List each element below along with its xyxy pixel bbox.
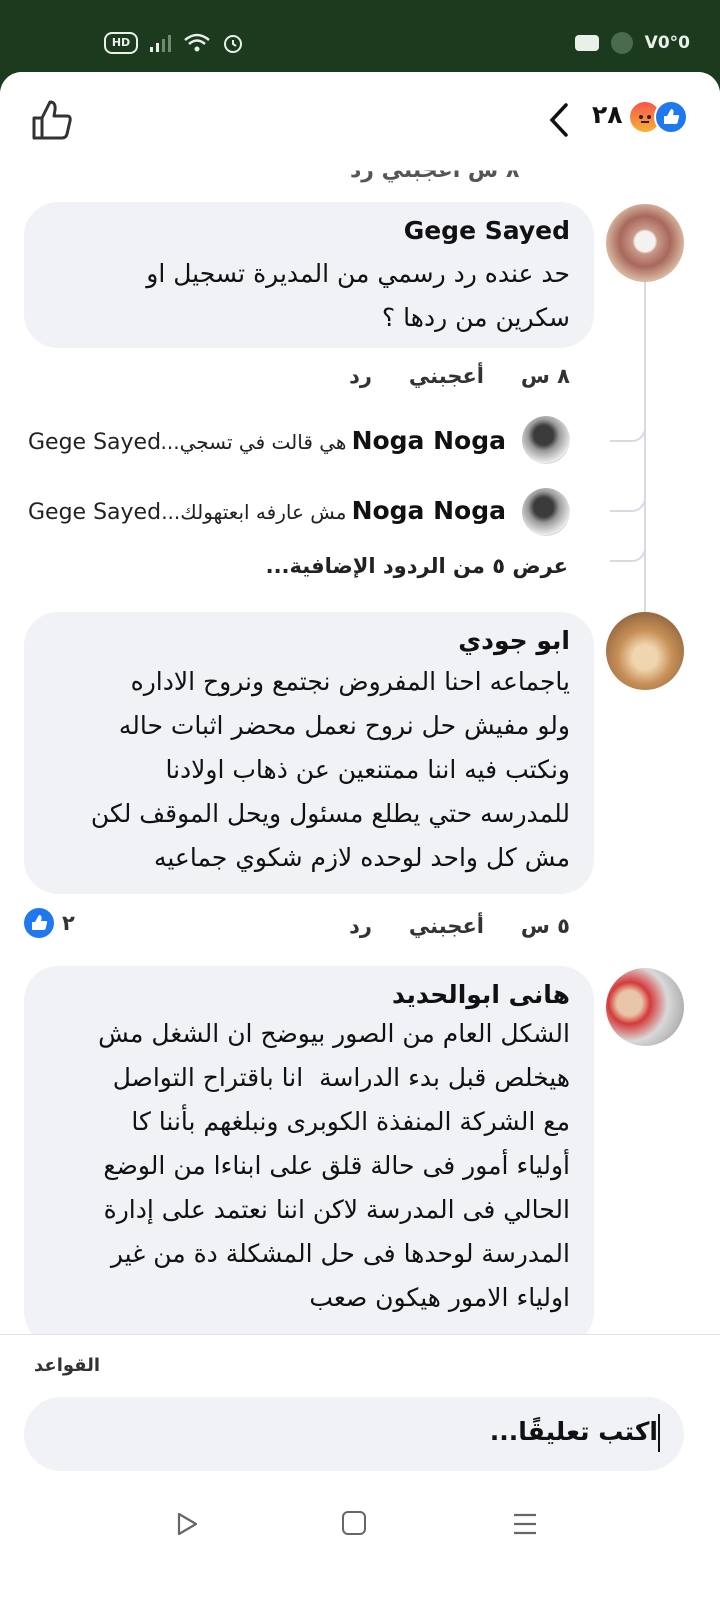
comment-author[interactable]: هانى ابوالحديد xyxy=(392,980,570,1009)
avatar[interactable] xyxy=(606,968,684,1046)
reply-text: مش عارفه ابعتهولك... xyxy=(161,500,347,524)
comment-input-placeholder: اكتب تعليقًا... xyxy=(489,1417,658,1446)
avatar[interactable] xyxy=(522,488,570,536)
comment-body-line: مش كل واحد لوحده لازم شكوي جماعيه xyxy=(153,843,570,872)
nav-home-icon[interactable] xyxy=(342,1511,366,1535)
comment-body-line: للمدرسه حتي يطلع مسئول ويحل الموقف لكن xyxy=(90,799,570,828)
comment-author[interactable]: Gege Sayed xyxy=(404,216,570,245)
reply-text: هي قالت في تسجي... xyxy=(160,430,347,454)
reply-link[interactable]: رد xyxy=(349,914,372,938)
view-more-replies-link[interactable]: عرض ٥ من الردود الإضافية... xyxy=(266,554,568,578)
like-count: ٢ xyxy=(62,911,75,935)
status-bar-left: HD xyxy=(104,32,244,54)
avatar[interactable] xyxy=(606,612,684,690)
status-bar-right: V0°0 xyxy=(574,32,690,54)
status-bar: HD V0°0 xyxy=(0,0,720,72)
battery-readout: V0°0 xyxy=(644,33,690,53)
comment-author[interactable]: ابو جودي xyxy=(458,626,570,655)
comment-body-line: حد عنده رد رسمي من المديرة تسجيل او xyxy=(146,259,570,288)
reply-mention[interactable]: Gege Sayed xyxy=(28,430,161,455)
comment-body-line: الحالي فى المدرسة لاكن اننا نعتمد على إد… xyxy=(103,1195,570,1224)
comment-body-line: مع الشركة المنفذة الكوبرى ونبلغهم بأننا … xyxy=(131,1107,570,1136)
comment-time: ٨ س xyxy=(520,364,570,388)
comment-bubble[interactable]: Gege Sayed حد عنده رد رسمي من المديرة تس… xyxy=(24,202,594,348)
like-reaction-icon xyxy=(24,908,54,938)
reply-item[interactable]: Noga Noga هي قالت في تسجي... xyxy=(161,426,507,455)
nav-recents-icon[interactable] xyxy=(512,1511,538,1537)
thread-connector xyxy=(610,490,646,512)
comment-body-line: هيخلص قبل بدء الدراسة انا باقتراح التواص… xyxy=(112,1063,570,1092)
comment-body-line: المدرسة لوحدها فى حل المشكلة دة من غير xyxy=(110,1239,570,1268)
thread-line xyxy=(644,282,646,634)
comment-composer: القواعد اكتب تعليقًا... xyxy=(0,1334,720,1600)
comments-sheet: ٢٨ ٨ س أعجبني رد Gege Sayed حد عنده رد ر… xyxy=(0,72,720,1600)
like-link[interactable]: أعجبني xyxy=(409,364,484,388)
comment-body-line: اولياء الامور هيكون صعب xyxy=(309,1283,570,1312)
alarm-icon xyxy=(224,35,242,53)
reply-author[interactable]: Noga Noga xyxy=(352,496,506,525)
sheet-header: ٢٨ xyxy=(0,72,720,168)
avatar[interactable] xyxy=(522,416,570,464)
network-type-icon: HD xyxy=(104,32,138,54)
thread-connector xyxy=(610,420,646,442)
like-link[interactable]: أعجبني xyxy=(409,914,484,938)
reaction-count[interactable]: ٢٨ xyxy=(592,100,623,129)
app-notification-icon xyxy=(610,32,633,54)
like-outline-icon[interactable] xyxy=(30,98,74,142)
comment-body-line: أولياء أمور فى حالة قلق على ابناءا من ال… xyxy=(103,1151,570,1180)
reply-author[interactable]: Noga Noga xyxy=(352,426,506,455)
reply-item[interactable]: Noga Noga مش عارفه ابعتهولك... xyxy=(161,496,506,525)
wifi-icon xyxy=(184,33,210,52)
chevron-back-icon[interactable] xyxy=(546,102,572,138)
youtube-icon xyxy=(574,35,599,51)
comment-input[interactable]: اكتب تعليقًا... xyxy=(24,1397,684,1471)
comment-body-line: ياجماعه احنا المفروض نجتمع ونروح الاداره xyxy=(130,667,570,696)
comment-body-line: ونكتب فيه اننا ممتنعين عن ذهاب اولادنا xyxy=(165,755,570,784)
comment-time: ٥ س xyxy=(520,914,570,938)
thread-connector xyxy=(610,540,646,562)
comment-body-line: سكرين من ردها ؟ xyxy=(381,303,570,332)
comment-body-line: ولو مفيش حل نروح نعمل محضر اثبات حاله xyxy=(118,711,570,740)
signal-icon xyxy=(150,35,171,52)
comment-like-badge[interactable]: ٢ xyxy=(24,908,75,938)
comment-body-line: الشكل العام من الصور بيوضح ان الشغل مش xyxy=(98,1019,570,1048)
reply-mention[interactable]: Gege Sayed xyxy=(28,500,161,525)
text-caret xyxy=(658,1414,660,1452)
comment-bubble[interactable]: ابو جودي ياجماعه احنا المفروض نجتمع ونرو… xyxy=(24,612,594,894)
like-reaction-icon xyxy=(654,100,688,134)
comment-bubble[interactable]: هانى ابوالحديد الشكل العام من الصور بيوض… xyxy=(24,966,594,1346)
nav-back-icon[interactable] xyxy=(174,1511,200,1537)
rules-link[interactable]: القواعد xyxy=(34,1355,100,1376)
reply-link[interactable]: رد xyxy=(349,364,372,388)
avatar[interactable] xyxy=(606,204,684,282)
